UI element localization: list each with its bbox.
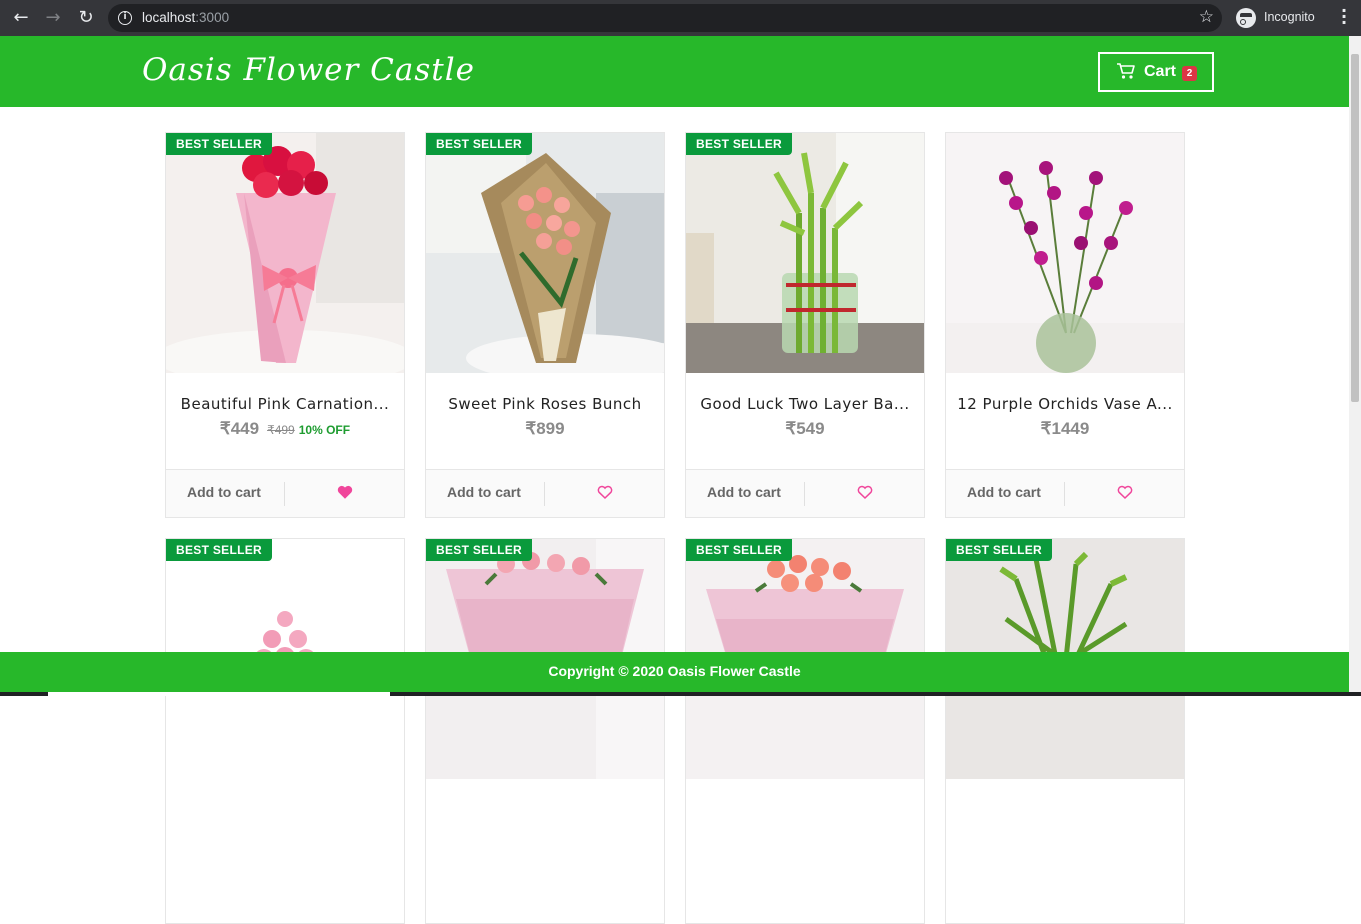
product-image[interactable] <box>166 133 404 373</box>
heart-filled-icon[interactable] <box>336 483 354 501</box>
cart-label: Cart <box>1144 63 1177 80</box>
browser-menu-icon[interactable]: · · · <box>1339 3 1349 31</box>
heart-outline-icon[interactable] <box>856 483 874 501</box>
product-name[interactable]: 12 Purple Orchids Vase A... <box>946 395 1184 413</box>
reload-icon[interactable]: ↻ <box>75 7 97 29</box>
price-row: ₹549 <box>686 419 924 439</box>
incognito-label: Incognito <box>1264 10 1315 24</box>
cart-count-badge: 2 <box>1182 66 1197 81</box>
product-card: BEST SELLER Sweet Pink Roses Bunch ₹899 … <box>425 132 665 518</box>
heart-outline-icon[interactable] <box>596 483 614 501</box>
address-bar[interactable]: i localhost:3000 ☆ <box>108 4 1222 32</box>
discount-label: 10% OFF <box>298 423 351 437</box>
site-logo[interactable]: Oasis Flower Castle <box>142 52 475 88</box>
scrollbar-thumb[interactable] <box>1351 54 1359 402</box>
original-price: ₹499 <box>267 423 295 437</box>
price-row: ₹1449 <box>946 419 1184 439</box>
product-name[interactable]: Good Luck Two Layer Ba... <box>686 395 924 413</box>
product-card: BEST SELLER <box>685 538 925 924</box>
cart-button[interactable]: Cart 2 <box>1098 52 1214 92</box>
best-seller-badge: BEST SELLER <box>946 539 1052 561</box>
add-to-cart-button[interactable]: Add to cart <box>187 484 261 500</box>
product-image[interactable] <box>426 133 664 373</box>
add-to-cart-button[interactable]: Add to cart <box>447 484 521 500</box>
product-card: BEST SELLER <box>425 538 665 924</box>
taskbar-strip <box>0 692 1361 696</box>
incognito-icon <box>1236 8 1256 28</box>
product-card: BEST SELLER Good Luck Two Layer Ba... ₹5… <box>685 132 925 518</box>
card-actions: Add to cart <box>686 469 924 517</box>
product-card: BEST SELLER <box>165 538 405 924</box>
product-card: BEST SELLER <box>945 538 1185 924</box>
back-icon[interactable]: ← <box>10 7 32 29</box>
divider <box>804 482 805 506</box>
url-text: localhost:3000 <box>142 10 229 25</box>
product-name[interactable]: Beautiful Pink Carnation... <box>166 395 404 413</box>
add-to-cart-button[interactable]: Add to cart <box>967 484 1041 500</box>
cart-icon <box>1117 63 1135 79</box>
card-actions: Add to cart <box>166 469 404 517</box>
product-card: BEST SELLER Beautiful Pink Carnation... … <box>165 132 405 518</box>
url-host: localhost <box>142 10 196 25</box>
site-header: Oasis Flower Castle Cart 2 <box>0 36 1349 107</box>
best-seller-badge: BEST SELLER <box>166 539 272 561</box>
divider <box>284 482 285 506</box>
forward-icon[interactable]: → <box>42 7 64 29</box>
card-actions: Add to cart <box>946 469 1184 517</box>
incognito-profile-button[interactable]: Incognito <box>1234 6 1326 30</box>
bookmark-star-icon[interactable]: ☆ <box>1199 7 1214 27</box>
page-scrollbar[interactable] <box>1349 36 1361 696</box>
product-price: ₹1449 <box>1040 419 1090 438</box>
product-price: ₹449 <box>219 419 260 438</box>
product-photo <box>166 133 404 373</box>
card-actions: Add to cart <box>426 469 664 517</box>
heart-outline-icon[interactable] <box>1116 483 1134 501</box>
best-seller-badge: BEST SELLER <box>686 539 792 561</box>
product-photo <box>946 133 1184 373</box>
best-seller-badge: BEST SELLER <box>166 133 272 155</box>
divider <box>1064 482 1065 506</box>
site-info-icon[interactable]: i <box>118 11 132 25</box>
divider <box>544 482 545 506</box>
best-seller-badge: BEST SELLER <box>426 133 532 155</box>
best-seller-badge: BEST SELLER <box>686 133 792 155</box>
product-card: 12 Purple Orchids Vase A... ₹1449 Add to… <box>945 132 1185 518</box>
product-image[interactable] <box>686 133 924 373</box>
product-photo <box>686 133 924 373</box>
copyright-text: Copyright © 2020 Oasis Flower Castle <box>548 663 801 679</box>
product-photo <box>426 133 664 373</box>
browser-toolbar: ← → ↻ i localhost:3000 ☆ Incognito · · · <box>0 0 1361 36</box>
price-row: ₹899 <box>426 419 664 439</box>
best-seller-badge: BEST SELLER <box>426 539 532 561</box>
price-row: ₹449 ₹499 10% OFF <box>166 419 404 439</box>
add-to-cart-button[interactable]: Add to cart <box>707 484 781 500</box>
url-port: :3000 <box>195 10 230 25</box>
product-price: ₹899 <box>525 419 565 438</box>
product-price: ₹549 <box>785 419 825 438</box>
product-image[interactable] <box>946 133 1184 373</box>
product-name[interactable]: Sweet Pink Roses Bunch <box>426 395 664 413</box>
site-footer: Copyright © 2020 Oasis Flower Castle <box>0 652 1349 692</box>
